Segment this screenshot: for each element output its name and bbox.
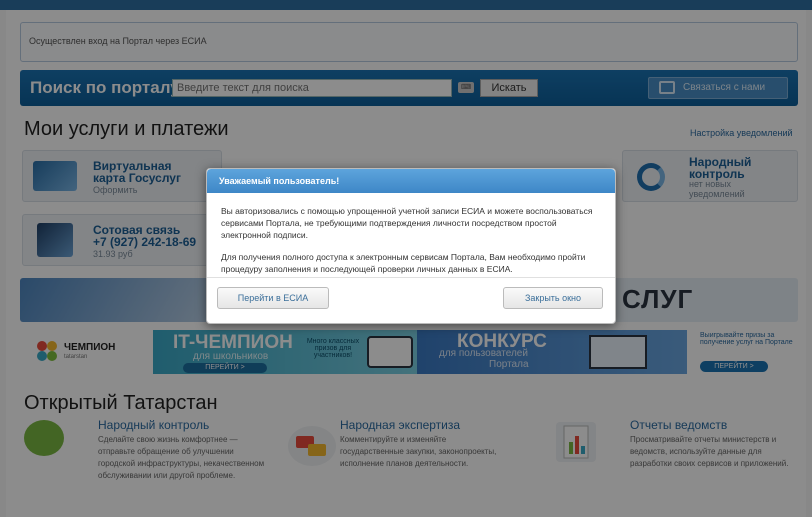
modal-divider	[207, 277, 615, 278]
go-to-esia-button[interactable]: Перейти в ЕСИА	[217, 287, 329, 309]
modal-title: Уважаемый пользователь!	[219, 176, 340, 186]
modal-header: Уважаемый пользователь!	[207, 169, 615, 193]
modal-body: Вы авторизовались с помощью упрощенной у…	[221, 205, 601, 285]
modal-paragraph-2: Для получения полного доступа к электрон…	[221, 252, 586, 274]
modal-paragraph-1: Вы авторизовались с помощью упрощенной у…	[221, 206, 593, 240]
esia-modal: Уважаемый пользователь! Вы авторизовалис…	[206, 168, 616, 324]
close-window-button[interactable]: Закрыть окно	[503, 287, 603, 309]
